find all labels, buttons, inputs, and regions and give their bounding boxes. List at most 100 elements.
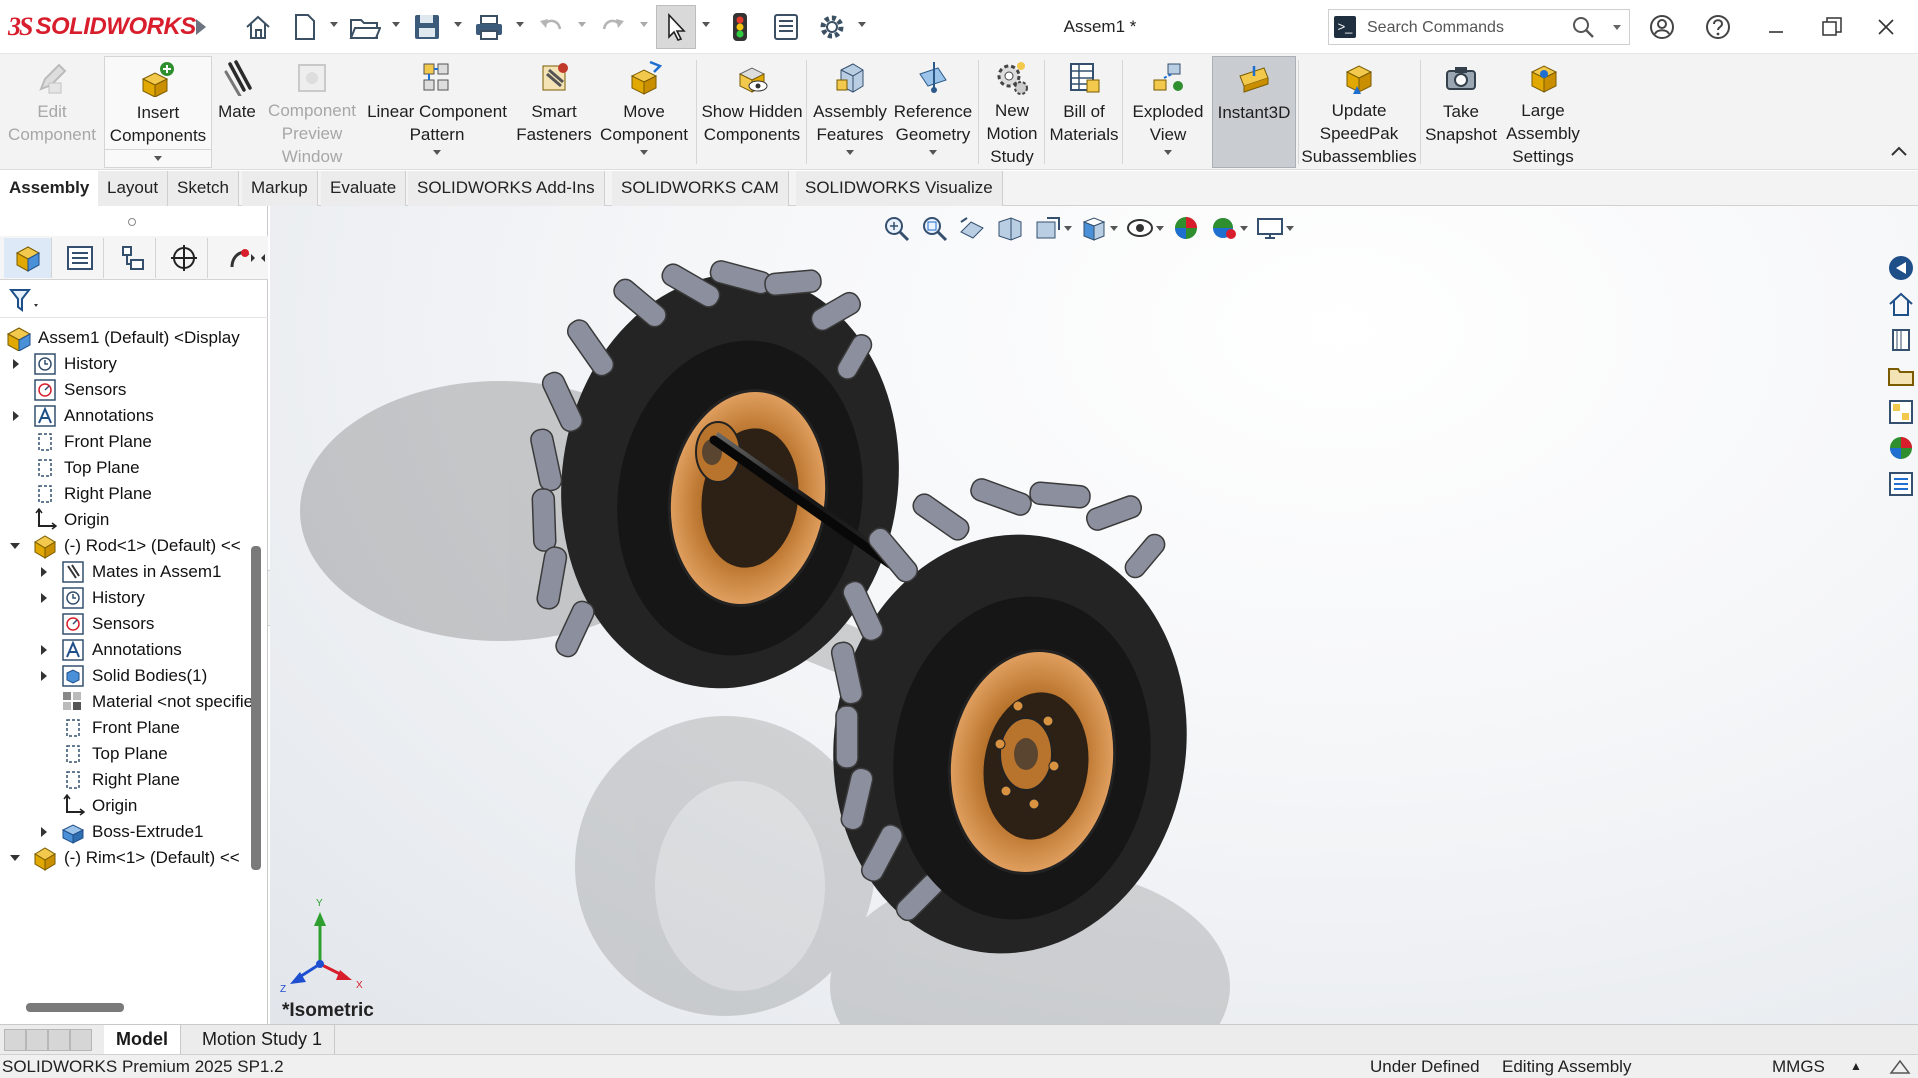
tab-solidworks-visualize[interactable]: SOLIDWORKS Visualize [796, 171, 1003, 206]
restore-window-icon[interactable] [1812, 8, 1852, 46]
search-commands-box[interactable]: >_ Search Commands [1328, 9, 1630, 45]
tab-evaluate[interactable]: Evaluate [321, 171, 407, 206]
tab-assembly[interactable]: Assembly [0, 171, 100, 206]
close-window-icon[interactable] [1866, 8, 1906, 46]
tab-markup[interactable]: Markup [242, 171, 318, 206]
print-icon[interactable] [472, 8, 506, 46]
undo-dropdown-icon[interactable] [578, 22, 586, 27]
status-bar-customize-icon[interactable] [1888, 1057, 1912, 1077]
tab-layout[interactable]: Layout [98, 171, 169, 206]
linear-component-pattern-button[interactable]: Linear Component Pattern [362, 56, 512, 168]
propertymanager-tab[interactable] [56, 238, 104, 278]
mate-button[interactable]: Mate [212, 56, 262, 168]
exploded-view-button[interactable]: Exploded View [1126, 56, 1210, 168]
expand-triangle-icon[interactable] [41, 645, 47, 655]
last-tab-button[interactable] [70, 1029, 92, 1051]
print-dropdown-icon[interactable] [516, 22, 524, 27]
expand-triangle-icon[interactable] [41, 567, 47, 577]
select-cursor-icon[interactable] [656, 5, 696, 49]
rebuild-traffic-light-icon[interactable] [728, 8, 752, 46]
collapse-triangle-icon[interactable] [10, 855, 20, 861]
new-dropdown-icon[interactable] [330, 22, 338, 27]
command-manager-tabs: Assembly Layout Sketch Markup Evaluate S… [0, 171, 1918, 206]
appearances-icon[interactable] [1885, 432, 1917, 464]
instant3d-button[interactable]: Instant3D [1212, 56, 1296, 168]
take-snapshot-button[interactable]: Take Snapshot [1424, 56, 1498, 168]
tree-vertical-scrollbar[interactable] [251, 546, 261, 870]
move-component-button[interactable]: Move Component [594, 56, 694, 168]
save-dropdown-icon[interactable] [454, 22, 462, 27]
3dexperience-icon[interactable] [1885, 252, 1917, 284]
design-library-icon[interactable] [1885, 324, 1917, 356]
displaymanager-tab[interactable] [212, 238, 266, 278]
tree-horizontal-scrollbar[interactable] [26, 1003, 124, 1012]
show-hidden-components-button[interactable]: Show Hidden Components [700, 56, 804, 168]
expand-triangle-icon[interactable] [13, 411, 19, 421]
next-tab-button[interactable] [48, 1029, 70, 1051]
first-tab-button[interactable] [4, 1029, 26, 1051]
undo-icon[interactable] [536, 8, 566, 46]
select-dropdown-icon[interactable] [702, 22, 710, 27]
edit-component-button[interactable]: Edit Component [2, 56, 102, 168]
solidworks-logo[interactable]: 3S SOLIDWORKS [8, 10, 196, 44]
expand-triangle-icon[interactable] [41, 671, 47, 681]
custom-properties-icon[interactable] [1885, 468, 1917, 500]
large-assembly-settings-button[interactable]: Large Assembly Settings [1500, 56, 1586, 168]
new-motion-study-button[interactable]: New Motion Study [982, 56, 1042, 168]
tab-motion-study-1[interactable]: Motion Study 1 [190, 1025, 336, 1055]
tab-solidworks-add-ins[interactable]: SOLIDWORKS Add-Ins [408, 171, 605, 206]
component-preview-window-button[interactable]: Component Preview Window [262, 56, 362, 168]
expand-triangle-icon[interactable] [41, 593, 47, 603]
move-component-dropdown-icon[interactable] [640, 150, 648, 155]
bill-of-materials-button[interactable]: Bill of Materials [1048, 56, 1120, 168]
tab-solidworks-cam[interactable]: SOLIDWORKS CAM [612, 171, 789, 206]
open-dropdown-icon[interactable] [392, 22, 400, 27]
units-selector[interactable]: MMGS [1772, 1057, 1825, 1077]
smart-fasteners-button[interactable]: Smart Fasteners [516, 56, 592, 168]
options-dropdown-icon[interactable] [858, 22, 866, 27]
tab-model[interactable]: Model [104, 1025, 181, 1055]
featuremanager-tree-tab[interactable] [4, 238, 52, 278]
minimize-window-icon[interactable] [1756, 8, 1796, 46]
exploded-view-dropdown-icon[interactable] [1164, 150, 1172, 155]
insert-components-dropdown[interactable] [105, 149, 211, 167]
tree-item[interactable]: (-) Rim<1> (Default) << [10, 842, 240, 874]
expand-triangle-icon[interactable] [41, 827, 47, 837]
search-dropdown-icon[interactable] [1613, 25, 1621, 30]
units-dropdown-icon[interactable]: ▲ [1850, 1059, 1862, 1073]
save-icon[interactable] [410, 8, 444, 46]
pane-drag-handle-icon[interactable] [128, 218, 136, 226]
previous-tab-button[interactable] [26, 1029, 48, 1051]
update-speedpak-button[interactable]: Update SpeedPak Subassemblies [1300, 56, 1418, 168]
insert-components-button[interactable]: Insert Components [104, 56, 212, 168]
collapse-triangle-icon[interactable] [10, 543, 20, 549]
search-icon[interactable] [1571, 15, 1595, 39]
tab-sketch[interactable]: Sketch [168, 171, 239, 206]
new-document-icon[interactable] [290, 8, 320, 46]
scroll-tabs-icon[interactable] [250, 250, 266, 266]
redo-icon[interactable] [598, 8, 628, 46]
graphics-area[interactable]: Y X Z *Isometric [270, 206, 1918, 1024]
file-explorer-icon[interactable] [1885, 360, 1917, 392]
linear-pattern-dropdown-icon[interactable] [433, 150, 441, 155]
assembly-features-button[interactable]: Assembly Features [810, 56, 890, 168]
view-palette-icon[interactable] [1885, 396, 1917, 428]
file-properties-icon[interactable] [770, 8, 802, 46]
assembly-features-dropdown-icon[interactable] [846, 150, 854, 155]
collapse-ribbon-icon[interactable] [1890, 142, 1908, 160]
help-icon[interactable] [1698, 8, 1738, 46]
model-scene[interactable]: Y X Z [270, 206, 1918, 1024]
expand-triangle-icon[interactable] [13, 359, 19, 369]
open-folder-icon[interactable] [348, 8, 382, 46]
redo-dropdown-icon[interactable] [640, 22, 648, 27]
options-gear-icon[interactable] [816, 8, 848, 46]
dimxpertmanager-tab[interactable] [160, 238, 208, 278]
filter-icon[interactable] [8, 286, 38, 316]
reference-geometry-button[interactable]: Reference Geometry [890, 56, 976, 168]
home-icon[interactable] [240, 8, 276, 46]
expand-menu-icon[interactable] [190, 8, 212, 46]
user-account-icon[interactable] [1642, 8, 1682, 46]
reference-geometry-dropdown-icon[interactable] [929, 150, 937, 155]
configurationmanager-tab[interactable] [108, 238, 156, 278]
solidworks-resources-icon[interactable] [1885, 288, 1917, 320]
